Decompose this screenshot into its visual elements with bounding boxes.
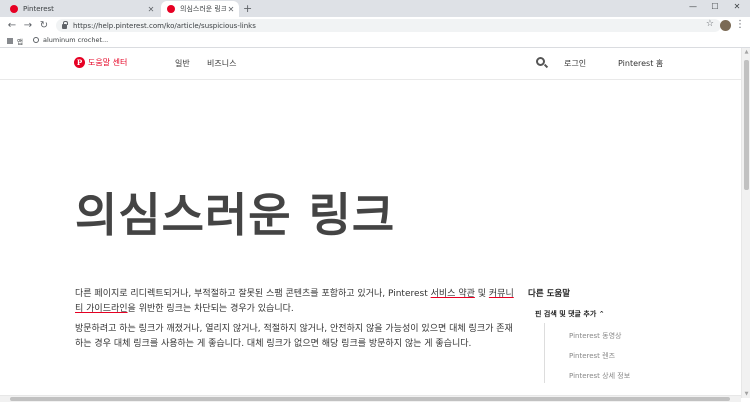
page-title: 의심스러운 링크 bbox=[75, 188, 396, 242]
article-body: 다른 페이지로 리디렉트되거나, 부적절하고 잘못된 스팸 콘텐츠를 포함하고 … bbox=[75, 287, 515, 357]
close-window-button[interactable]: ✕ bbox=[726, 0, 748, 14]
article-paragraph: 다른 페이지로 리디렉트되거나, 부적절하고 잘못된 스팸 콘텐츠를 포함하고 … bbox=[75, 287, 515, 317]
tab-title: 의심스러운 링크 | Pinterest help bbox=[180, 5, 226, 13]
browser-tabstrip: Pinterest ✕ 의심스러운 링크 | Pinterest help ✕ … bbox=[0, 0, 750, 17]
pinterest-home-link[interactable]: Pinterest 홈 bbox=[618, 58, 663, 69]
nav-link-business[interactable]: 비즈니스 bbox=[207, 58, 236, 69]
vertical-scrollbar[interactable]: ▲ ▼ bbox=[741, 48, 750, 398]
sidebar-item[interactable]: Pinterest 동영상 bbox=[544, 323, 648, 343]
minimize-button[interactable]: — bbox=[682, 0, 704, 14]
address-bar[interactable]: https://help.pinterest.com/ko/article/su… bbox=[56, 19, 721, 32]
new-tab-button[interactable]: + bbox=[243, 2, 252, 15]
sidebar-list: Pinterest 동영상 Pinterest 렌즈 Pinterest 상세 … bbox=[528, 323, 648, 383]
reload-icon[interactable]: ↻ bbox=[38, 19, 50, 32]
browser-tab-help[interactable]: 의심스러운 링크 | Pinterest help ✕ bbox=[161, 1, 239, 17]
sidebar-title: 다른 도움말 bbox=[528, 289, 571, 299]
forward-arrow-icon[interactable]: → bbox=[22, 19, 34, 32]
horizontal-scrollbar[interactable] bbox=[0, 395, 741, 402]
nav-link-general[interactable]: 일반 bbox=[175, 58, 190, 69]
paragraph-text: 을 위반한 링크는 차단되는 경우가 있습니다. bbox=[127, 304, 294, 314]
back-arrow-icon[interactable]: ← bbox=[6, 19, 18, 32]
site-header: P 도움말 센터 일반 비즈니스 로그인 Pinterest 홈 bbox=[0, 48, 741, 80]
lock-icon bbox=[62, 21, 68, 29]
page-content: P 도움말 센터 일반 비즈니스 로그인 Pinterest 홈 의심스러운 링… bbox=[0, 48, 741, 398]
sidebar-section-toggle[interactable]: 핀 검색 및 댓글 추가 ⌃ bbox=[528, 309, 648, 319]
pinterest-favicon-icon bbox=[10, 5, 18, 13]
vertical-scroll-thumb[interactable] bbox=[744, 60, 749, 190]
url-text: https://help.pinterest.com/ko/article/su… bbox=[73, 21, 256, 30]
tab-title: Pinterest bbox=[23, 5, 54, 13]
sidebar-item[interactable]: Pinterest 렌즈 bbox=[544, 343, 648, 363]
browser-toolbar: ← → ↻ https://help.pinterest.com/ko/arti… bbox=[0, 17, 750, 34]
bookmark-apps[interactable]: 앱 bbox=[17, 36, 23, 46]
brand-label: 도움말 센터 bbox=[88, 58, 128, 67]
close-tab-icon[interactable]: ✕ bbox=[146, 5, 156, 14]
login-link[interactable]: 로그인 bbox=[564, 58, 586, 69]
bookmarks-bar: 앱 aluminum crochet... bbox=[0, 34, 750, 48]
bookmark-aluminum-crochet[interactable]: aluminum crochet... bbox=[43, 36, 108, 44]
menu-dots-icon[interactable]: ⋮ bbox=[735, 19, 745, 31]
search-icon[interactable] bbox=[536, 57, 545, 66]
terms-of-service-link[interactable]: 서비스 약관 bbox=[431, 289, 475, 299]
maximize-button[interactable]: ☐ bbox=[704, 0, 726, 14]
horizontal-scroll-thumb[interactable] bbox=[10, 397, 730, 401]
sidebar-item[interactable]: Pinterest 상세 정보 bbox=[544, 363, 648, 383]
browser-tab-pinterest[interactable]: Pinterest ✕ bbox=[4, 1, 159, 17]
article-paragraph: 방문하려고 하는 링크가 깨졌거나, 열리지 않거나, 적절하지 않거나, 안전… bbox=[75, 324, 513, 349]
scroll-up-arrow-icon[interactable]: ▲ bbox=[742, 49, 750, 55]
profile-avatar[interactable] bbox=[720, 20, 731, 31]
apps-grid-icon[interactable] bbox=[7, 38, 13, 44]
globe-icon bbox=[33, 37, 39, 43]
help-center-logo[interactable]: P 도움말 센터 bbox=[74, 57, 127, 68]
pinterest-logo-icon: P bbox=[74, 57, 85, 68]
scroll-down-arrow-icon[interactable]: ▼ bbox=[742, 391, 750, 397]
paragraph-text: 및 bbox=[474, 289, 489, 299]
bookmark-star-icon[interactable]: ☆ bbox=[706, 19, 714, 29]
close-tab-icon[interactable]: ✕ bbox=[226, 5, 236, 14]
related-help-sidebar: 다른 도움말 핀 검색 및 댓글 추가 ⌃ Pinterest 동영상 Pint… bbox=[528, 287, 648, 383]
pinterest-favicon-icon bbox=[167, 5, 175, 13]
paragraph-text: 다른 페이지로 리디렉트되거나, 부적절하고 잘못된 스팸 콘텐츠를 포함하고 … bbox=[75, 289, 431, 299]
